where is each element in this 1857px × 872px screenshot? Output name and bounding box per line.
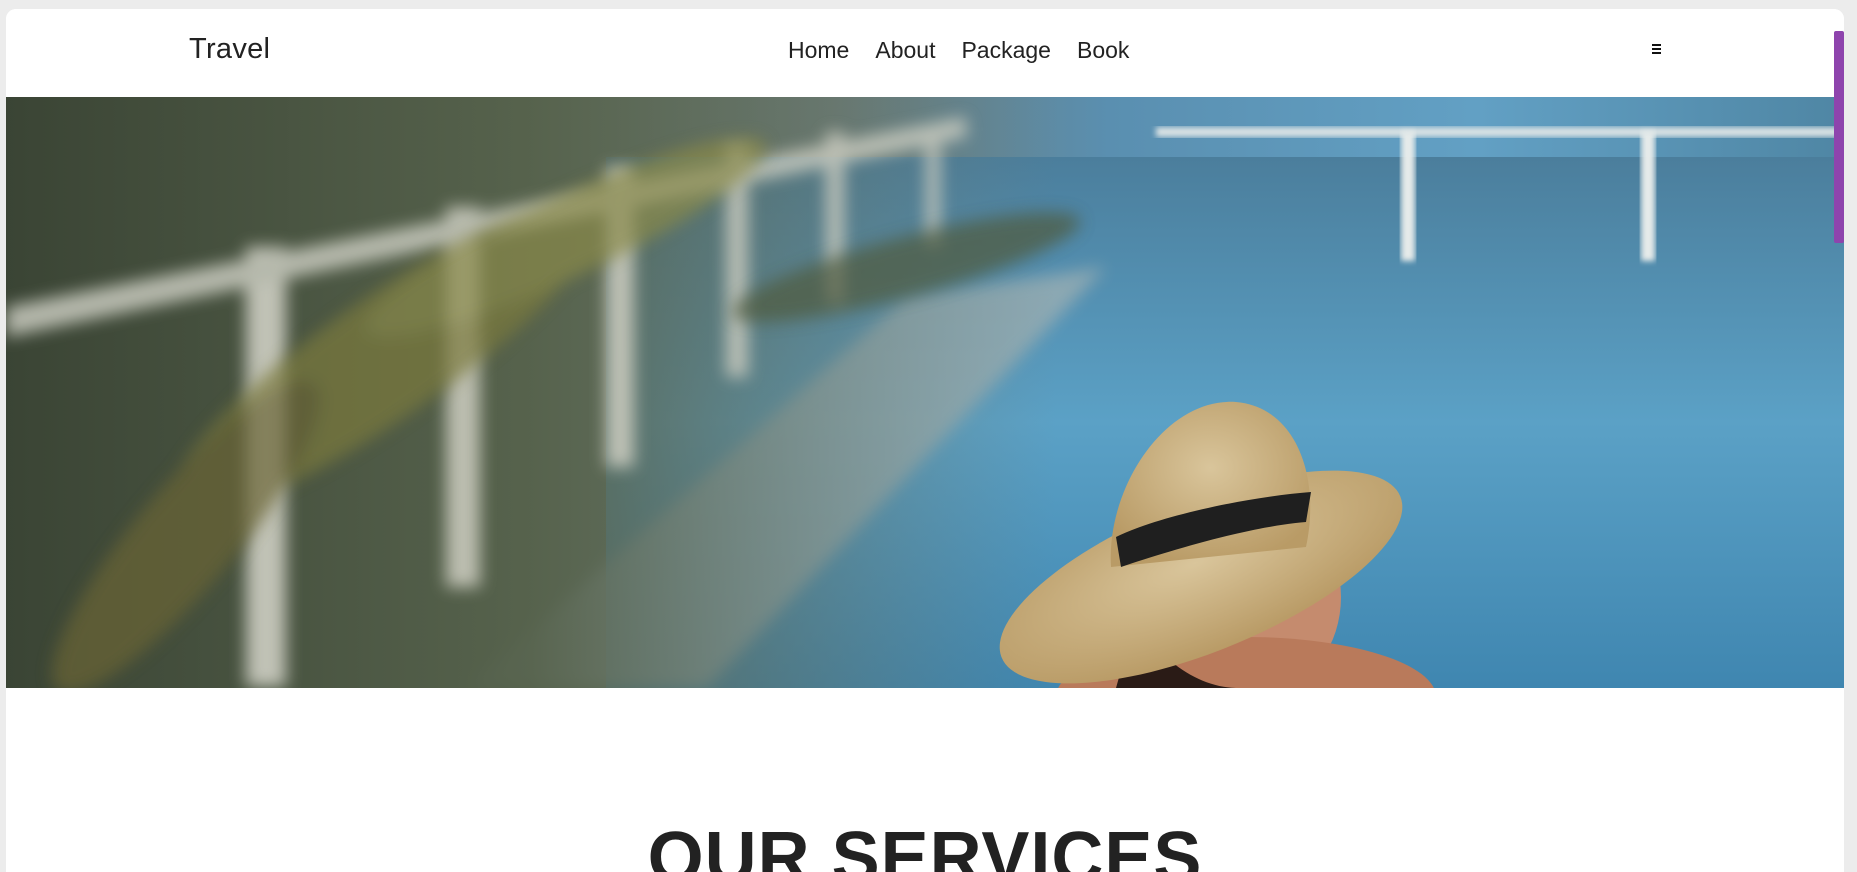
hero-slider bbox=[6, 97, 1844, 688]
nav-link-home[interactable]: Home bbox=[788, 37, 849, 64]
scrollbar-thumb[interactable] bbox=[1834, 31, 1844, 243]
hamburger-icon[interactable] bbox=[1649, 42, 1665, 56]
hero-image bbox=[6, 97, 1844, 688]
browser-viewport: Travel Home About Package Book OUR SERVI… bbox=[6, 9, 1844, 872]
nav-link-about[interactable]: About bbox=[875, 37, 935, 64]
brand-logo[interactable]: Travel bbox=[189, 33, 270, 66]
navbar: Travel Home About Package Book bbox=[6, 9, 1844, 97]
nav-link-book[interactable]: Book bbox=[1077, 37, 1129, 64]
services-heading: OUR SERVICES bbox=[647, 817, 1203, 872]
nav-links: Home About Package Book bbox=[788, 37, 1129, 64]
nav-link-package[interactable]: Package bbox=[961, 37, 1051, 64]
hamburger-line bbox=[1652, 48, 1661, 50]
hamburger-line bbox=[1652, 44, 1661, 46]
hamburger-line bbox=[1652, 52, 1661, 54]
